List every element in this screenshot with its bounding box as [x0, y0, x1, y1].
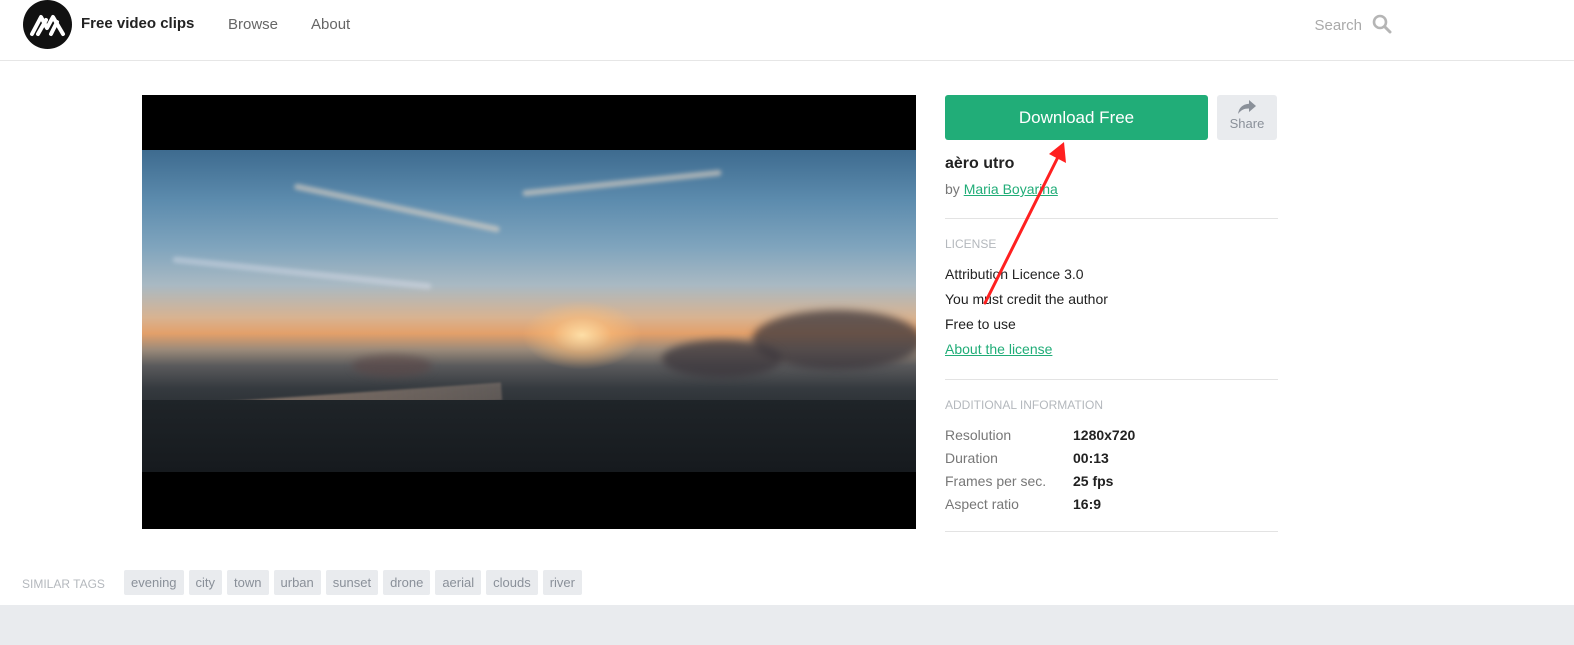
tag-town[interactable]: town: [227, 570, 269, 595]
clip-title: aèro utro: [945, 155, 1015, 172]
info-row-duration: Duration 00:13: [945, 450, 1278, 470]
info-row-aspect-ratio: Aspect ratio 16:9: [945, 496, 1278, 516]
site-logo[interactable]: [23, 0, 72, 49]
search-icon: [1372, 14, 1392, 34]
site-header: Free video clips Browse About: [0, 0, 1574, 61]
license-heading: LICENSE: [945, 237, 997, 251]
share-button[interactable]: Share: [1217, 95, 1277, 140]
nav-about[interactable]: About: [311, 16, 350, 33]
info-key: Resolution: [945, 427, 1012, 443]
author-link[interactable]: Maria Boyarina: [964, 181, 1058, 197]
license-line: Free to use: [945, 316, 1016, 332]
info-heading: ADDITIONAL INFORMATION: [945, 398, 1104, 412]
tag-clouds[interactable]: clouds: [486, 570, 538, 595]
nav-browse[interactable]: Browse: [228, 16, 278, 33]
brand-link[interactable]: Free video clips: [81, 15, 194, 32]
sponsored-section: [0, 605, 1574, 645]
video-frame: [142, 150, 916, 472]
share-label: Share: [1229, 116, 1265, 131]
tag-list: evening city town urban sunset drone aer…: [124, 570, 582, 595]
info-value: 1280x720: [1073, 427, 1136, 443]
info-key: Frames per sec.: [945, 473, 1047, 489]
info-value: 25 fps: [1073, 473, 1114, 489]
share-arrow-icon: [1238, 100, 1256, 114]
info-row-fps: Frames per sec. 25 fps: [945, 473, 1278, 493]
byline: by Maria Boyarina: [945, 181, 1058, 197]
divider: [945, 531, 1278, 532]
tag-aerial[interactable]: aerial: [435, 570, 482, 595]
logo-icon: [30, 15, 65, 36]
search-input[interactable]: [1290, 12, 1364, 38]
tag-river[interactable]: river: [542, 570, 582, 595]
about-license-link[interactable]: About the license: [945, 341, 1052, 357]
license-line: You must credit the author: [945, 291, 1108, 307]
tag-evening[interactable]: evening: [124, 570, 184, 595]
similar-tags-heading: SIMILAR TAGS: [22, 577, 105, 591]
tag-sunset[interactable]: sunset: [325, 570, 379, 595]
search-button[interactable]: [1372, 14, 1392, 34]
info-row-resolution: Resolution 1280x720: [945, 427, 1278, 447]
divider: [945, 218, 1278, 219]
info-key: Duration: [945, 450, 998, 466]
video-player[interactable]: [142, 95, 916, 529]
tag-urban[interactable]: urban: [273, 570, 321, 595]
license-line: Attribution Licence 3.0: [945, 266, 1084, 282]
download-button[interactable]: Download Free: [945, 95, 1208, 140]
sunset-glow: [522, 300, 642, 370]
byline-prefix: by: [945, 181, 960, 197]
info-value: 00:13: [1073, 450, 1109, 466]
tag-drone[interactable]: drone: [383, 570, 431, 595]
info-key: Aspect ratio: [945, 496, 1019, 512]
tag-city[interactable]: city: [188, 570, 223, 595]
divider: [945, 379, 1278, 380]
info-value: 16:9: [1073, 496, 1102, 512]
city-silhouette: [142, 400, 916, 472]
